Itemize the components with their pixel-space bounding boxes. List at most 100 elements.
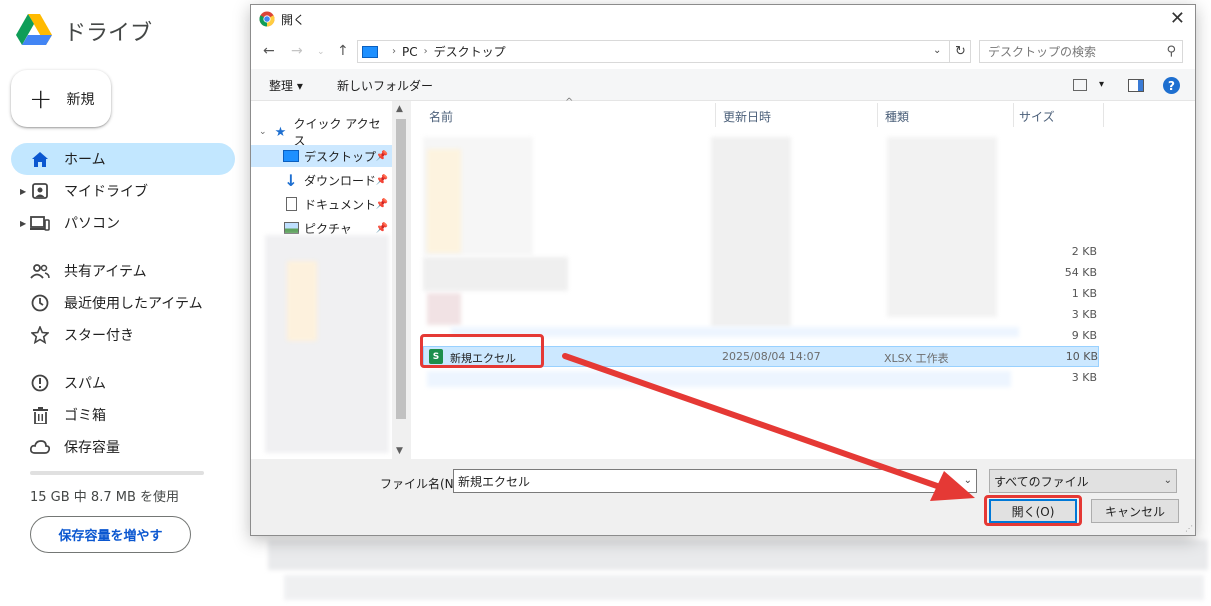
new-folder-button[interactable]: 新しいフォルダー	[337, 77, 433, 94]
nav-item-starred[interactable]: スター付き	[11, 319, 235, 351]
file-type: XLSX 工作表	[884, 352, 949, 365]
nav-label: ホーム	[64, 152, 106, 168]
shared-icon	[30, 261, 50, 281]
nav-downloads[interactable]: ↓ ダウンロード 📌	[251, 169, 392, 191]
blurred-file-rows	[423, 257, 568, 291]
file-size: 10 KB	[1065, 350, 1098, 363]
nav-label: スパム	[64, 376, 106, 392]
blurred-background	[268, 540, 1208, 570]
nav-item-storage[interactable]: 保存容量	[11, 431, 235, 463]
blurred-file-rows	[427, 371, 1011, 387]
my-drive-icon	[30, 181, 50, 201]
column-header-name[interactable]: 名前	[429, 108, 453, 125]
nav-label: ピクチャ	[304, 221, 352, 236]
scroll-down-icon[interactable]: ▼	[396, 446, 403, 456]
nav-pane-scrollbar[interactable]: ▲ ▼	[392, 101, 409, 459]
collapse-chevron-icon[interactable]: ⌄	[259, 127, 267, 137]
address-dropdown-icon[interactable]: ⌄	[933, 45, 941, 56]
home-icon	[30, 149, 50, 169]
computers-icon	[30, 213, 50, 233]
dialog-toolbar: 整理 ▾ 新しいフォルダー ▾ ?	[251, 69, 1195, 101]
organize-menu[interactable]: 整理 ▾	[269, 77, 303, 94]
help-icon[interactable]: ?	[1163, 77, 1180, 94]
breadcrumb-pc[interactable]: PC	[402, 45, 418, 59]
forward-arrow-icon[interactable]: →	[291, 43, 303, 59]
recent-icon	[30, 293, 50, 313]
desktop-folder-icon	[283, 149, 299, 163]
pin-icon[interactable]: 📌	[376, 223, 388, 234]
cancel-button[interactable]: キャンセル	[1091, 499, 1179, 523]
breadcrumb-separator-icon: ›	[423, 46, 428, 57]
chevron-down-icon[interactable]: ⌄	[1164, 475, 1172, 486]
back-arrow-icon[interactable]: ←	[263, 43, 275, 59]
dialog-titlebar: 開く ✕	[251, 5, 1195, 33]
file-type-value: すべてのファイル	[994, 474, 1089, 489]
scroll-up-icon[interactable]: ▲	[396, 104, 403, 114]
address-bar[interactable]: › PC › デスクトップ	[357, 40, 971, 63]
search-icon: ⚲	[1166, 44, 1176, 59]
nav-label: 保存容量	[64, 440, 120, 456]
search-input[interactable]: デスクトップの検索 ⚲	[979, 40, 1183, 63]
nav-item-recent[interactable]: 最近使用したアイテム	[11, 287, 235, 319]
file-size: 1 KB	[1071, 287, 1097, 300]
nav-label: デスクトップ	[304, 149, 377, 164]
file-modified: 2025/08/04 14:07	[722, 350, 821, 363]
blurred-background	[284, 575, 1204, 600]
nav-item-home[interactable]: ホーム	[11, 143, 235, 175]
scrollbar-thumb[interactable]	[396, 119, 406, 419]
resize-grip-icon[interactable]: ⋰	[1185, 524, 1193, 533]
file-name-value: 新規エクセル	[458, 474, 531, 489]
file-name-input[interactable]: 新規エクセル ⌄	[453, 469, 977, 493]
breadcrumb-separator-icon: ›	[392, 46, 396, 57]
nav-item-trash[interactable]: ゴミ箱	[11, 399, 235, 431]
nav-item-computers[interactable]: ▶ パソコン	[11, 207, 235, 239]
nav-quick-access[interactable]: ⌄ ★ クイック アクセス	[251, 117, 392, 148]
column-divider[interactable]	[715, 103, 716, 127]
nav-label: 最近使用したアイテム	[64, 296, 203, 312]
open-file-dialog: 開く ✕ ← → ⌄ ↑ › PC › デスクトップ ⌄ ↻ デスクトップの検索…	[250, 4, 1196, 536]
recent-locations-chevron-icon[interactable]: ⌄	[317, 47, 325, 57]
file-name-label: ファイル名(N):	[380, 477, 463, 491]
pin-icon[interactable]: 📌	[376, 151, 388, 162]
column-divider[interactable]	[877, 103, 878, 127]
new-button[interactable]: + 新規	[11, 70, 111, 127]
column-header-size[interactable]: サイズ	[1019, 108, 1055, 125]
view-dropdown-icon[interactable]: ▾	[1099, 79, 1104, 90]
view-options-icon[interactable]	[1073, 79, 1087, 91]
google-drive-logo-icon[interactable]	[16, 14, 52, 46]
storage-usage-bar	[30, 471, 204, 475]
expand-caret-icon[interactable]: ▶	[20, 219, 26, 228]
dialog-title: 開く	[281, 12, 306, 27]
nav-label: ゴミ箱	[64, 408, 106, 424]
close-icon[interactable]: ✕	[1170, 8, 1185, 29]
up-arrow-icon[interactable]: ↑	[337, 43, 349, 59]
nav-item-shared[interactable]: 共有アイテム	[11, 255, 235, 287]
get-more-storage-button[interactable]: 保存容量を増やす	[30, 516, 191, 553]
expand-caret-icon[interactable]: ▶	[20, 187, 26, 196]
nav-desktop[interactable]: デスクトップ 📌	[251, 145, 392, 167]
chevron-down-icon[interactable]: ⌄	[964, 475, 972, 486]
storage-usage-text: 15 GB 中 8.7 MB を使用	[30, 490, 180, 505]
column-header-modified[interactable]: 更新日時	[723, 108, 771, 125]
pin-icon[interactable]: 📌	[376, 175, 388, 186]
highlight-open-button	[984, 495, 1082, 526]
plus-icon: +	[29, 81, 53, 115]
file-size: 3 KB	[1071, 371, 1097, 384]
column-divider[interactable]	[1103, 103, 1104, 127]
blurred-file-rows	[427, 293, 461, 325]
file-type-select[interactable]: すべてのファイル ⌄	[989, 469, 1177, 493]
nav-documents[interactable]: ドキュメント 📌	[251, 193, 392, 215]
star-icon	[30, 325, 50, 345]
breadcrumb-desktop[interactable]: デスクトップ	[434, 43, 506, 60]
pin-icon[interactable]: 📌	[376, 199, 388, 210]
refresh-icon[interactable]: ↻	[949, 40, 971, 63]
column-divider[interactable]	[1013, 103, 1014, 127]
nav-label: ダウンロード	[304, 173, 377, 188]
column-header-type[interactable]: 種類	[885, 108, 909, 125]
sort-ascending-icon: ^	[565, 97, 574, 108]
nav-item-my-drive[interactable]: ▶ マイドライブ	[11, 175, 235, 207]
file-list-pane: ^ 名前 更新日時 種類 サイズ 2 KB 54 KB 1 KB 3 KB 9 …	[411, 97, 1195, 459]
trash-icon	[30, 405, 50, 425]
preview-pane-icon[interactable]	[1128, 79, 1144, 92]
nav-item-spam[interactable]: スパム	[11, 367, 235, 399]
